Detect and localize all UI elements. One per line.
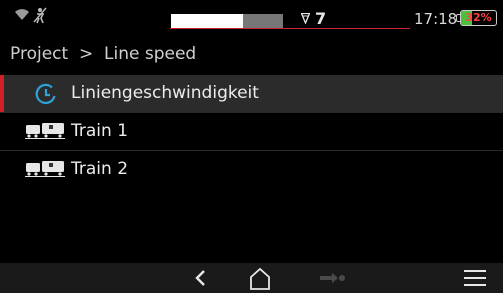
bottom-nav-bar [0, 263, 503, 293]
satellite-icon [301, 13, 310, 24]
menu-icon[interactable] [460, 263, 490, 293]
train-icon [25, 123, 65, 139]
list-item-train-1[interactable]: Train 1 [0, 113, 503, 150]
breadcrumb[interactable]: Project > Line speed [10, 44, 196, 64]
back-icon[interactable] [186, 263, 216, 293]
status-bar: 7 17:18 32% [0, 0, 503, 30]
satellite-count: 7 [315, 9, 327, 28]
forward-icon[interactable] [314, 263, 348, 293]
signal-strength-fill [171, 14, 243, 28]
selected-accent [0, 75, 4, 112]
list-item-label: Liniengeschwindigkeit [71, 83, 259, 103]
gps-off-icon [33, 7, 47, 24]
battery-percent: 32% [465, 11, 492, 24]
line-speed-icon [35, 83, 56, 105]
wifi-icon [15, 9, 29, 20]
list-item-label: Train 1 [71, 121, 129, 141]
list-item-line-speed[interactable]: Liniengeschwindigkeit [0, 75, 503, 112]
list-item-label: Train 2 [71, 159, 129, 179]
list-item-train-2[interactable]: Train 2 [0, 151, 503, 188]
train-icon [25, 161, 65, 177]
status-divider-line [170, 28, 410, 29]
signal-strength-bar [171, 14, 283, 28]
battery-indicator: 32% [460, 10, 497, 26]
clock: 17:18 [414, 10, 458, 28]
home-icon[interactable] [245, 263, 275, 293]
